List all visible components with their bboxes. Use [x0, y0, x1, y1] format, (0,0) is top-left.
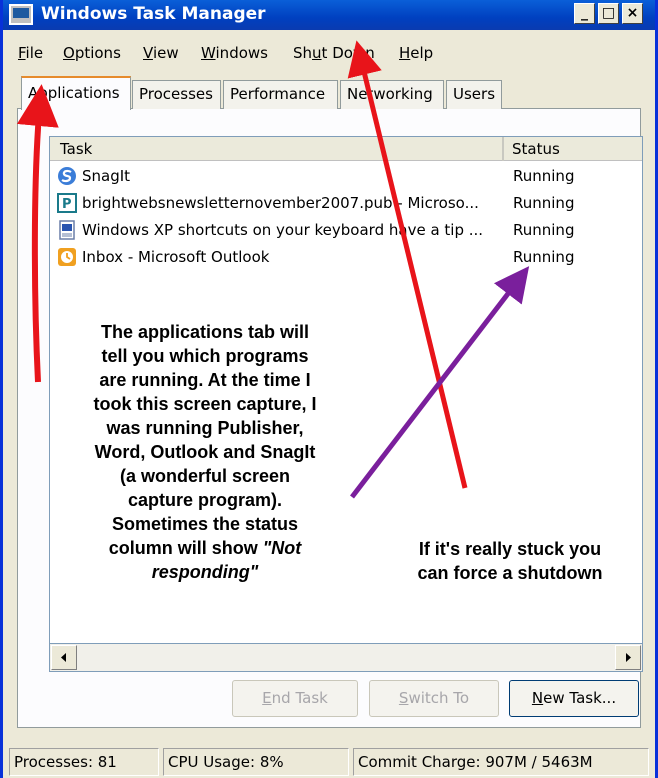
- purple-arrow-to-status-column: [350, 266, 530, 499]
- red-arrow-to-shut-down-menu: [347, 40, 468, 489]
- annotation-arrows: [16, 40, 530, 499]
- red-arrow-to-applications-tab: [16, 84, 59, 383]
